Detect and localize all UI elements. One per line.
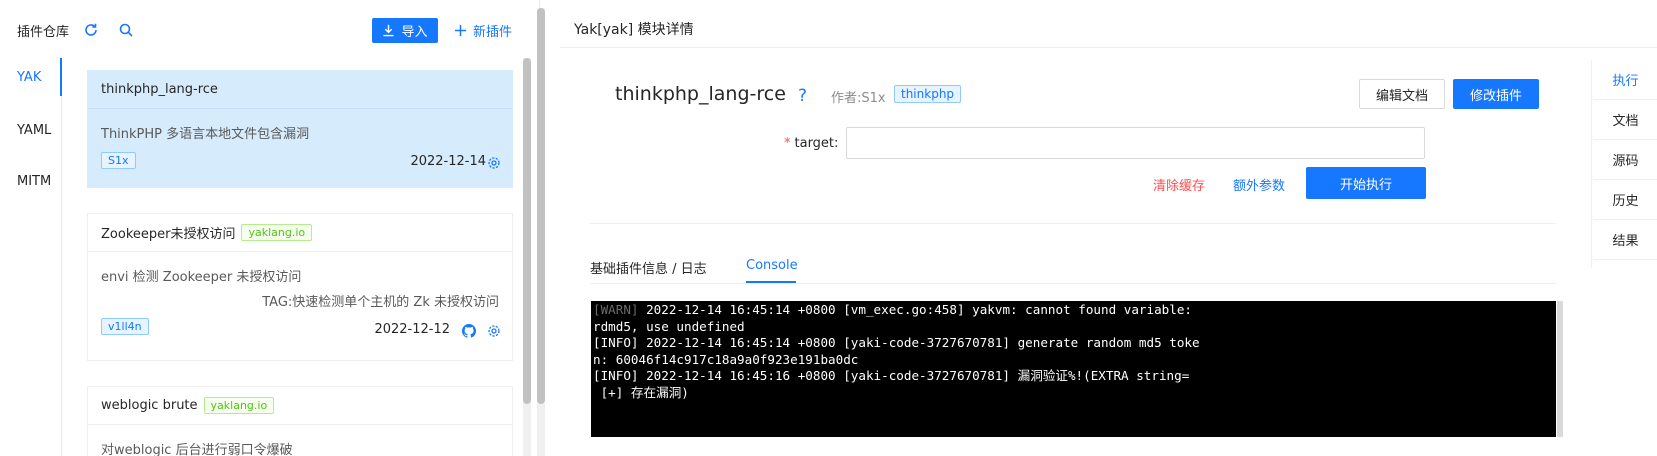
side-tab-execute[interactable]: 执行	[1593, 60, 1657, 100]
tab-plugin-info-log[interactable]: 基础插件信息 / 日志	[590, 258, 707, 277]
required-mark: *	[784, 136, 791, 151]
plugin-name: thinkphp_lang-rce	[615, 83, 786, 105]
console-line: [INFO] 2022-12-14 16:45:16 +0800 [yaki-c…	[593, 368, 1190, 384]
warn-prefix: [WARN]	[593, 302, 639, 317]
plugin-card-title: weblogic brute yaklang.io	[88, 387, 512, 425]
author-tag: S1x	[101, 152, 136, 169]
target-label-text: target:	[794, 136, 839, 151]
plugin-card-desc: envi 检测 Zookeeper 未授权访问	[101, 270, 302, 285]
edit-doc-button[interactable]: 编辑文档	[1359, 79, 1445, 109]
plugin-card[interactable]: weblogic brute yaklang.io 对weblogic 后台进行…	[87, 386, 513, 456]
plus-icon	[454, 24, 467, 37]
modify-plugin-button[interactable]: 修改插件	[1453, 79, 1539, 109]
refresh-icon[interactable]	[83, 22, 99, 38]
new-plugin-label: 新插件	[473, 25, 513, 40]
plugin-card-tags: TAG:快速检测单个主机的 Zk 未授权访问	[262, 295, 499, 310]
source-tag: yaklang.io	[241, 224, 313, 241]
side-tab-results[interactable]: 结果	[1593, 220, 1657, 260]
plugin-card-date: 2022-12-12	[374, 322, 450, 337]
title-divider	[560, 47, 1657, 48]
new-plugin-button[interactable]: 新插件	[454, 18, 512, 43]
plugin-repo-panel: 插件仓库 导入 新插件 YAK YAML MITM thinkphp_lang-…	[0, 0, 545, 456]
extra-params-link[interactable]: 额外参数	[1233, 175, 1285, 194]
console-line: [+] 存在漏洞)	[593, 384, 689, 400]
target-label: * target:	[784, 136, 838, 151]
plugin-card-title: Zookeeper未授权访问 yaklang.io	[88, 214, 512, 252]
tab-console[interactable]: Console	[746, 258, 798, 273]
side-tab-docs[interactable]: 文档	[1593, 100, 1657, 140]
plugin-card-date: 2022-12-14	[410, 154, 486, 169]
search-icon[interactable]	[118, 22, 134, 38]
plugin-type-tabs: YAK YAML MITM	[0, 58, 62, 456]
plugin-author: 作者:S1x	[831, 91, 886, 106]
card-list-scroll-thumb[interactable]	[523, 58, 531, 404]
plugin-card[interactable]: Zookeeper未授权访问 yaklang.io envi 检测 Zookee…	[87, 213, 513, 361]
tab-yaml[interactable]: YAML	[17, 123, 51, 138]
side-tabs: 执行 文档 源码 历史 结果	[1591, 60, 1657, 268]
left-panel-scrollbar[interactable]	[537, 8, 545, 456]
import-button[interactable]: 导入	[372, 18, 438, 43]
plugin-card-name: weblogic brute	[101, 398, 198, 413]
start-run-button[interactable]: 开始执行	[1306, 167, 1426, 199]
target-input[interactable]	[846, 127, 1425, 159]
plugin-card[interactable]: thinkphp_lang-rce ThinkPHP 多语言本地文件包含漏洞 S…	[87, 70, 513, 188]
console-line: n: 60046f14c917c18a9a0f923e191ba0dc	[593, 351, 859, 367]
console-scrollbar[interactable]	[1557, 301, 1563, 437]
import-label: 导入	[401, 25, 428, 40]
console-line: [WARN] 2022-12-14 16:45:14 +0800 [vm_exe…	[593, 302, 1192, 317]
left-panel-scroll-thumb[interactable]	[537, 8, 545, 404]
side-tab-history[interactable]: 历史	[1593, 180, 1657, 220]
download-icon	[383, 24, 395, 37]
tab-mitm[interactable]: MITM	[17, 174, 51, 189]
console-line: rdmd5, use undefined	[593, 318, 745, 334]
repo-header: 插件仓库 导入 新插件	[0, 0, 540, 58]
repo-title: 插件仓库	[17, 25, 70, 40]
gear-icon[interactable]	[487, 323, 501, 337]
log-tabs-divider	[590, 283, 1556, 284]
console-output[interactable]: [WARN] 2022-12-14 16:45:14 +0800 [vm_exe…	[591, 301, 1556, 437]
plugin-card-desc: ThinkPHP 多语言本地文件包含漏洞	[101, 127, 310, 142]
source-tag: yaklang.io	[203, 397, 275, 414]
console-line: [INFO] 2022-12-14 16:45:14 +0800 [yaki-c…	[593, 335, 1200, 351]
card-list-scrollbar[interactable]	[523, 58, 531, 456]
clear-cache-link[interactable]: 清除缓存	[1153, 175, 1205, 194]
github-icon[interactable]	[462, 323, 476, 338]
module-detail-panel: Yak[yak] 模块详情 thinkphp_lang-rce ? 作者:S1x…	[560, 0, 1657, 456]
plugin-card-title: thinkphp_lang-rce	[88, 71, 512, 109]
gear-icon[interactable]	[487, 155, 501, 169]
plugin-card-name: Zookeeper未授权访问	[101, 227, 236, 242]
question-icon[interactable]: ?	[798, 86, 807, 106]
plugin-card-desc: 对weblogic 后台进行弱口令爆破	[101, 443, 293, 456]
module-detail-title: Yak[yak] 模块详情	[574, 22, 694, 38]
active-tab-indicator	[60, 58, 62, 96]
side-tab-source[interactable]: 源码	[1593, 140, 1657, 180]
plugin-tag: thinkphp	[894, 85, 962, 103]
section-divider	[590, 223, 1556, 224]
app-root: 插件仓库 导入 新插件 YAK YAML MITM thinkphp_lang-…	[0, 0, 1657, 456]
author-tag: v1ll4n	[101, 318, 149, 335]
tab-yak[interactable]: YAK	[17, 70, 41, 85]
plugin-card-name: thinkphp_lang-rce	[101, 82, 218, 97]
